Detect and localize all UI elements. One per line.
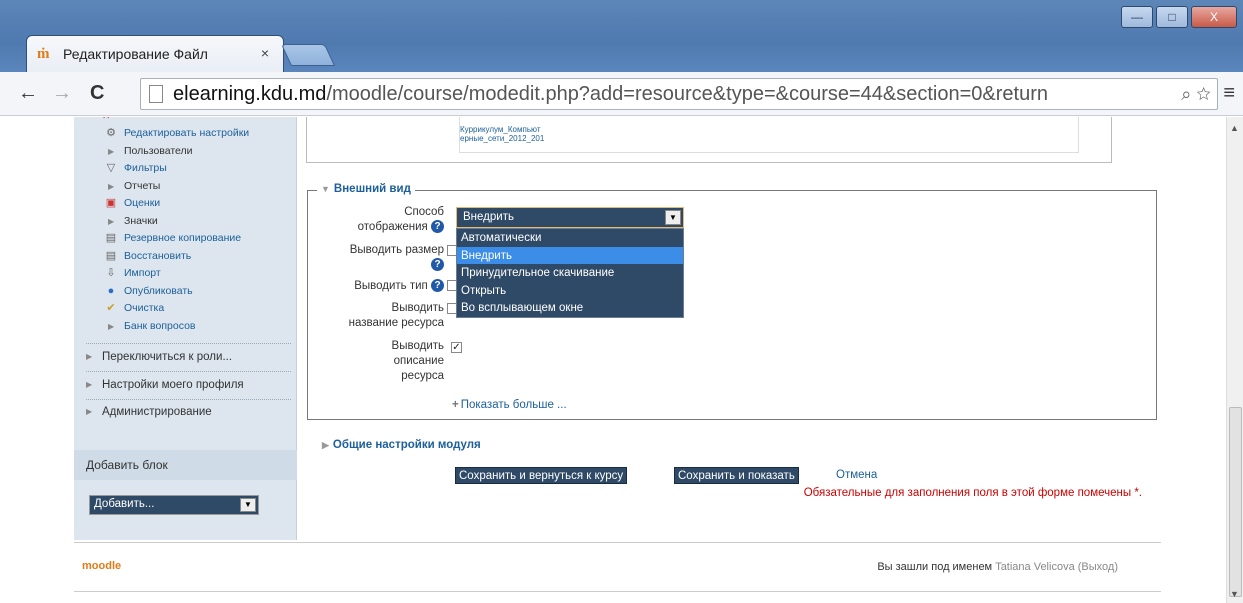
moodle-logo[interactable]: moodle — [82, 560, 121, 572]
sidebar-item-edit-settings[interactable]: ⚙ Редактировать настройки — [84, 125, 294, 143]
browser-tab[interactable]: ṁ Редактирование Файл × — [26, 35, 284, 72]
show-more-link[interactable]: + Показать больше ... — [452, 399, 567, 411]
maximize-button[interactable]: □ — [1156, 6, 1188, 28]
moodle-favicon-icon: ṁ — [37, 46, 50, 62]
triangle-icon: ▶ — [322, 440, 329, 450]
general-settings-legend[interactable]: ▶ Общие настройки модуля — [322, 439, 481, 451]
publish-icon: ● — [107, 284, 115, 297]
required-fields-note: Обязательные для заполнения поля в этой … — [803, 487, 1142, 499]
backup-icon: ▤ — [105, 232, 117, 244]
vertical-scrollbar[interactable]: ▲ ▼ — [1226, 117, 1243, 603]
save-and-return-button[interactable]: Сохранить и вернуться к курсу — [455, 467, 628, 484]
show-description-checkbox[interactable]: ✓ — [451, 342, 462, 353]
triangle-icon: ▶ — [108, 181, 115, 191]
divider — [74, 542, 1161, 543]
import-icon: ⇩ — [106, 267, 116, 279]
tools-icon: ✕ — [102, 117, 114, 122]
close-window-button[interactable]: X — [1191, 6, 1237, 28]
login-info: Вы зашли под именем Tatiana Velicova (Вы… — [877, 561, 1118, 573]
scroll-up-icon[interactable]: ▲ — [1230, 123, 1239, 133]
save-and-display-button[interactable]: Сохранить и показать — [674, 467, 799, 484]
window-controls: — □ X — [1118, 6, 1237, 30]
grades-icon: ▣ — [105, 197, 117, 209]
switch-role-link[interactable]: ▶ Переключиться к роли... — [84, 351, 232, 363]
option-popup[interactable]: Во всплывающем окне — [457, 299, 683, 317]
triangle-down-icon: ▼ — [321, 184, 330, 194]
back-arrow-icon[interactable]: ← — [18, 82, 38, 105]
tab-title: Редактирование Файл — [63, 46, 208, 62]
triangle-icon: ▶ — [108, 216, 115, 226]
browser-titlebar: ṁ Редактирование Файл × — □ X — [0, 0, 1243, 72]
chevron-down-icon: ▼ — [665, 210, 681, 225]
display-select[interactable]: Внедрить ▼ — [456, 207, 684, 228]
sidebar-item-badges[interactable]: ▶ Значки — [84, 213, 294, 231]
divider — [74, 591, 1161, 592]
cancel-link[interactable]: Отмена — [836, 469, 877, 481]
plus-icon: + — [452, 399, 459, 411]
option-open[interactable]: Открыть — [457, 282, 683, 300]
page-viewport: ✕ ⚙Редактировать настройки ▶Пользователи… — [0, 117, 1226, 603]
sidebar-item-backup[interactable]: ▤ Резервное копирование — [84, 230, 294, 248]
filter-icon: ▽ — [106, 162, 116, 174]
option-embed[interactable]: Внедрить — [457, 246, 683, 264]
sidebar-item-import[interactable]: ⇩ Импорт — [84, 265, 294, 283]
browser-toolbar: ← → C elearning.kdu.md/moodle/course/mod… — [0, 72, 1243, 116]
address-bar[interactable]: elearning.kdu.md/moodle/course/modedit.p… — [140, 78, 1218, 110]
restore-icon: ▤ — [105, 249, 117, 262]
user-name-link[interactable]: Tatiana Velicova — [995, 561, 1075, 573]
help-icon[interactable]: ? — [431, 279, 444, 293]
gear-icon: ⚙ — [106, 127, 116, 139]
triangle-icon: ▶ — [86, 352, 93, 361]
divider — [86, 343, 291, 344]
scrollbar-thumb[interactable] — [1229, 407, 1242, 597]
sidebar-item-publish[interactable]: ● Опубликовать — [84, 283, 294, 301]
reload-icon[interactable]: C — [90, 82, 104, 105]
sidebar-item-reset[interactable]: ✔ Очистка — [84, 300, 294, 318]
sidebar-item-restore[interactable]: ▤ Восстановить — [84, 248, 294, 266]
divider — [86, 399, 291, 400]
help-icon[interactable]: ? — [431, 220, 444, 234]
scroll-down-icon[interactable]: ▼ — [1230, 589, 1239, 599]
appearance-labels: Способ отображения ? Выводить размер ? В… — [307, 205, 444, 405]
show-type-label: Выводить тип ? — [354, 279, 444, 294]
display-label: Способ отображения ? — [357, 206, 444, 234]
menu-icon[interactable]: ≡ — [1223, 82, 1235, 105]
sidebar-item-reports[interactable]: ▶ Отчеты — [84, 178, 294, 196]
option-force-download[interactable]: Принудительное скачивание — [457, 264, 683, 282]
triangle-icon: ▶ — [108, 321, 115, 331]
new-tab-button[interactable] — [280, 44, 336, 66]
page-icon — [149, 85, 163, 103]
file-manager-box — [306, 117, 1112, 163]
my-profile-settings-link[interactable]: ▶ Настройки моего профиля — [84, 379, 244, 391]
chevron-down-icon: ▼ — [240, 498, 256, 512]
sidebar-item-filters[interactable]: ▽ Фильтры — [84, 160, 294, 178]
show-description-label: Выводить описание ресурса — [391, 340, 444, 382]
sidebar-item-question-bank[interactable]: ▶ Банк вопросов — [84, 318, 294, 336]
add-block-select[interactable]: Добавить... ▼ — [89, 495, 259, 515]
file-item[interactable]: Куррикулум_Компьют ерные_сети_2012_201 — [460, 125, 590, 143]
triangle-icon: ▶ — [86, 407, 93, 416]
sidebar-item-users[interactable]: ▶ Пользователи — [84, 143, 294, 161]
minimize-button[interactable]: — — [1121, 6, 1153, 28]
admin-nav-list: ⚙ Редактировать настройки ▶ Пользователи ▽… — [84, 125, 294, 335]
display-options-list: Автоматически Внедрить Принудительное ск… — [456, 228, 684, 318]
logout-link[interactable]: (Выход) — [1078, 561, 1118, 573]
search-icon[interactable]: ⌕ ☆ — [1181, 84, 1211, 105]
show-size-label: Выводить размер ? — [349, 244, 444, 272]
triangle-icon: ▶ — [108, 146, 115, 156]
appearance-legend[interactable]: ▼ Внешний вид — [317, 183, 415, 195]
divider — [86, 371, 291, 372]
forward-arrow-icon[interactable]: → — [52, 82, 72, 105]
option-automatic[interactable]: Автоматически — [457, 229, 683, 247]
add-block-header: Добавить блок — [74, 450, 297, 480]
administration-link[interactable]: ▶ Администрирование — [84, 406, 212, 418]
url-text[interactable]: elearning.kdu.md/moodle/course/modedit.p… — [173, 83, 1048, 106]
triangle-icon: ▶ — [86, 380, 93, 389]
reset-icon: ✔ — [106, 302, 116, 314]
show-name-label: Выводить название ресурса — [348, 302, 444, 329]
sidebar-item-grades[interactable]: ▣ Оценки — [84, 195, 294, 213]
close-tab-icon[interactable]: × — [261, 45, 269, 61]
help-icon[interactable]: ? — [431, 258, 444, 272]
